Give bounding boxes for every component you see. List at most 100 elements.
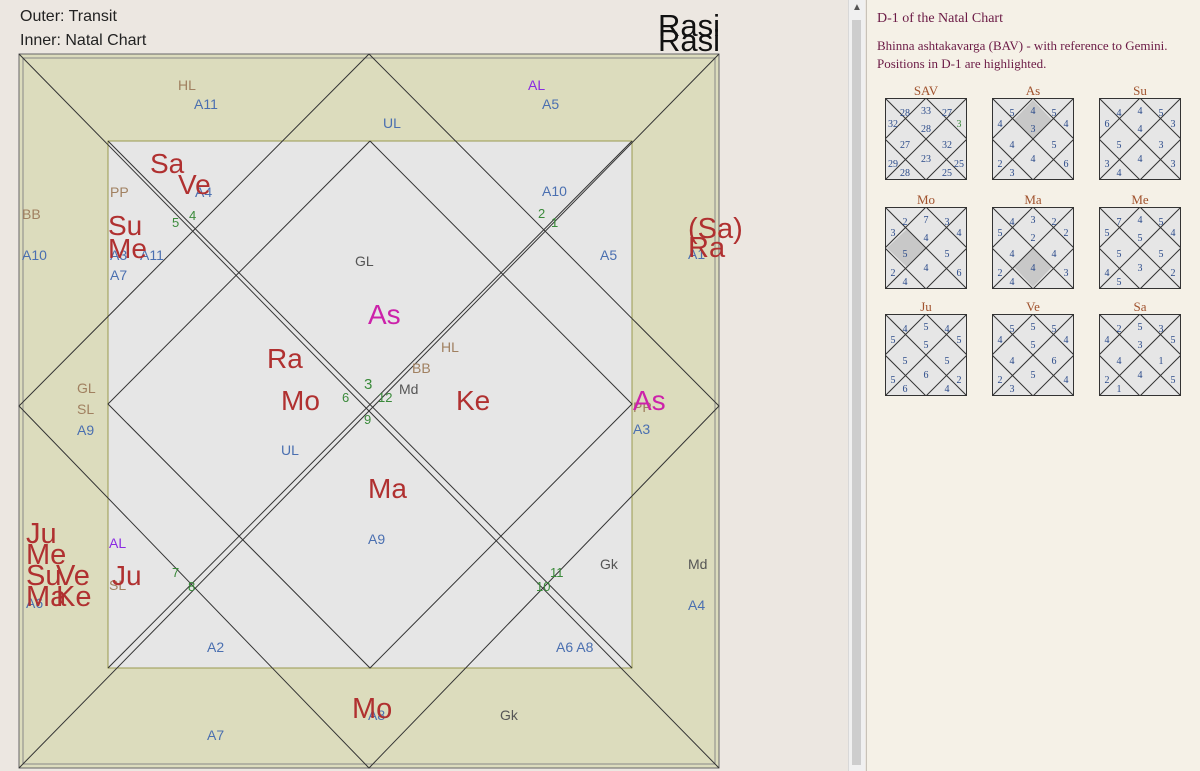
bav-value: 5 [945, 356, 950, 367]
bb-left: BB [22, 206, 41, 222]
a9-left: A9 [77, 422, 94, 438]
bav-value: 33 [921, 106, 931, 117]
bav-value: 4 [957, 228, 962, 239]
house-3: 3 [364, 376, 372, 393]
bav-value: 3 [957, 119, 962, 130]
bav-value: 1 [1159, 356, 1164, 367]
bav-value: 3 [1138, 340, 1143, 351]
bav-value: 4 [1031, 263, 1036, 274]
house-9: 9 [364, 412, 371, 427]
bav-value: 3 [1010, 168, 1015, 179]
house-7: 7 [172, 565, 179, 580]
bav-value: 27 [900, 140, 910, 151]
bav-value: 4 [1138, 154, 1143, 165]
bav-value: 28 [900, 108, 910, 119]
house-8: 8 [188, 579, 195, 594]
bav-value: 4 [903, 324, 908, 335]
bav-value: 25 [954, 159, 964, 170]
bav-value: 5 [1171, 375, 1176, 386]
bav-value: 5 [1159, 249, 1164, 260]
sl-left: SL [77, 401, 94, 417]
bav-value: 5 [924, 322, 929, 333]
side-panel: D-1 of the Natal Chart Bhinna ashtakavar… [866, 0, 1200, 771]
bav-value: 5 [1171, 335, 1176, 346]
natal-ke: Ke [456, 385, 490, 416]
bav-value: 4 [1010, 356, 1015, 367]
bav-value: 5 [1031, 370, 1036, 381]
bav-value: 5 [957, 335, 962, 346]
bav-value: 5 [891, 335, 896, 346]
bav-value: 4 [1138, 370, 1143, 381]
bav-value: 4 [1138, 215, 1143, 226]
bav-value: 2 [1105, 375, 1110, 386]
bav-value: 3 [1010, 384, 1015, 395]
bav-value: 5 [924, 340, 929, 351]
scroll-thumb[interactable] [852, 20, 861, 765]
bav-title-sa: Sa [1133, 299, 1147, 314]
house-12: 12 [378, 390, 392, 405]
bav-value: 2 [998, 375, 1003, 386]
hl-in: HL [441, 339, 459, 355]
bav-value: 5 [1117, 277, 1122, 288]
bav-title-sav: SAV [913, 83, 939, 98]
natal-ra: Ra [267, 343, 303, 374]
bav-value: 1 [1117, 384, 1122, 395]
panel-description: Bhinna ashtakavarga (BAV) - with referen… [877, 38, 1168, 53]
bav-value: 2 [957, 375, 962, 386]
bav-value: 5 [903, 249, 908, 260]
bav-value: 32 [888, 119, 898, 130]
house-5: 5 [172, 215, 179, 230]
bav-value: 4 [1117, 168, 1122, 179]
bav-value: 5 [945, 249, 950, 260]
bav-value: 2 [1171, 268, 1176, 279]
bav-value: 2 [1031, 233, 1036, 244]
bav-value: 2 [998, 268, 1003, 279]
north-indian-chart: HL A11 AL A5 BB A10 GL SL A9 Md A4 Gk A7… [18, 53, 743, 769]
natal-ju: Ju [112, 560, 142, 591]
bav-value: 4 [903, 277, 908, 288]
bav-value: 5 [1138, 233, 1143, 244]
bav-value: 4 [1010, 217, 1015, 228]
bav-value: 4 [1105, 335, 1110, 346]
a6a8-in: A6 A8 [556, 639, 594, 655]
bav-value: 28 [921, 124, 931, 135]
a5-in: A5 [600, 247, 617, 263]
panel-highlight-note: Positions in D-1 are highlighted. [877, 56, 1047, 71]
bav-chart-su: 4 4 56 4 35 33 4 34 [1099, 98, 1181, 180]
bav-value: 25 [942, 168, 952, 179]
bav-value: 4 [1010, 277, 1015, 288]
vertical-scrollbar[interactable]: ▲ [848, 0, 865, 771]
md-in: Md [399, 381, 418, 397]
bav-title-su: Su [1133, 83, 1147, 98]
house-1: 1 [551, 215, 558, 230]
gk-in: Gk [600, 556, 619, 572]
bav-title-as: As [1025, 83, 1041, 98]
bav-value: 3 [1159, 140, 1164, 151]
bav-value: 4 [945, 324, 950, 335]
bav-value: 4 [998, 335, 1003, 346]
a10-in: A10 [542, 183, 567, 199]
natal-as: As [368, 299, 401, 330]
natal-ma: Ma [368, 473, 407, 504]
house-6: 6 [342, 390, 349, 405]
bav-value: 23 [921, 154, 931, 165]
bav-chart-sav: 28 33 2732 28 327 3229 23 2528 25 [885, 98, 967, 180]
bav-value: 4 [1052, 249, 1057, 260]
al-top: AL [528, 77, 545, 93]
bav-chart-as: 5 4 54 3 44 52 4 63 [992, 98, 1074, 180]
bav-value: 4 [1138, 124, 1143, 135]
natal-mo: Mo [281, 385, 320, 416]
house-11: 11 [550, 565, 564, 580]
scroll-up-arrow-icon[interactable]: ▲ [849, 0, 865, 16]
a3-r: A3 [633, 421, 650, 437]
bav-value: 4 [1010, 249, 1015, 260]
bav-value: 4 [998, 119, 1003, 130]
bav-value: 4 [1117, 108, 1122, 119]
bav-value: 3 [1138, 263, 1143, 274]
bav-value: 4 [1064, 119, 1069, 130]
transit-ke: Ke [56, 581, 91, 613]
a9-in: A9 [368, 531, 385, 547]
bav-value: 27 [942, 108, 952, 119]
house-10: 10 [536, 579, 550, 594]
bav-value: 5 [903, 356, 908, 367]
